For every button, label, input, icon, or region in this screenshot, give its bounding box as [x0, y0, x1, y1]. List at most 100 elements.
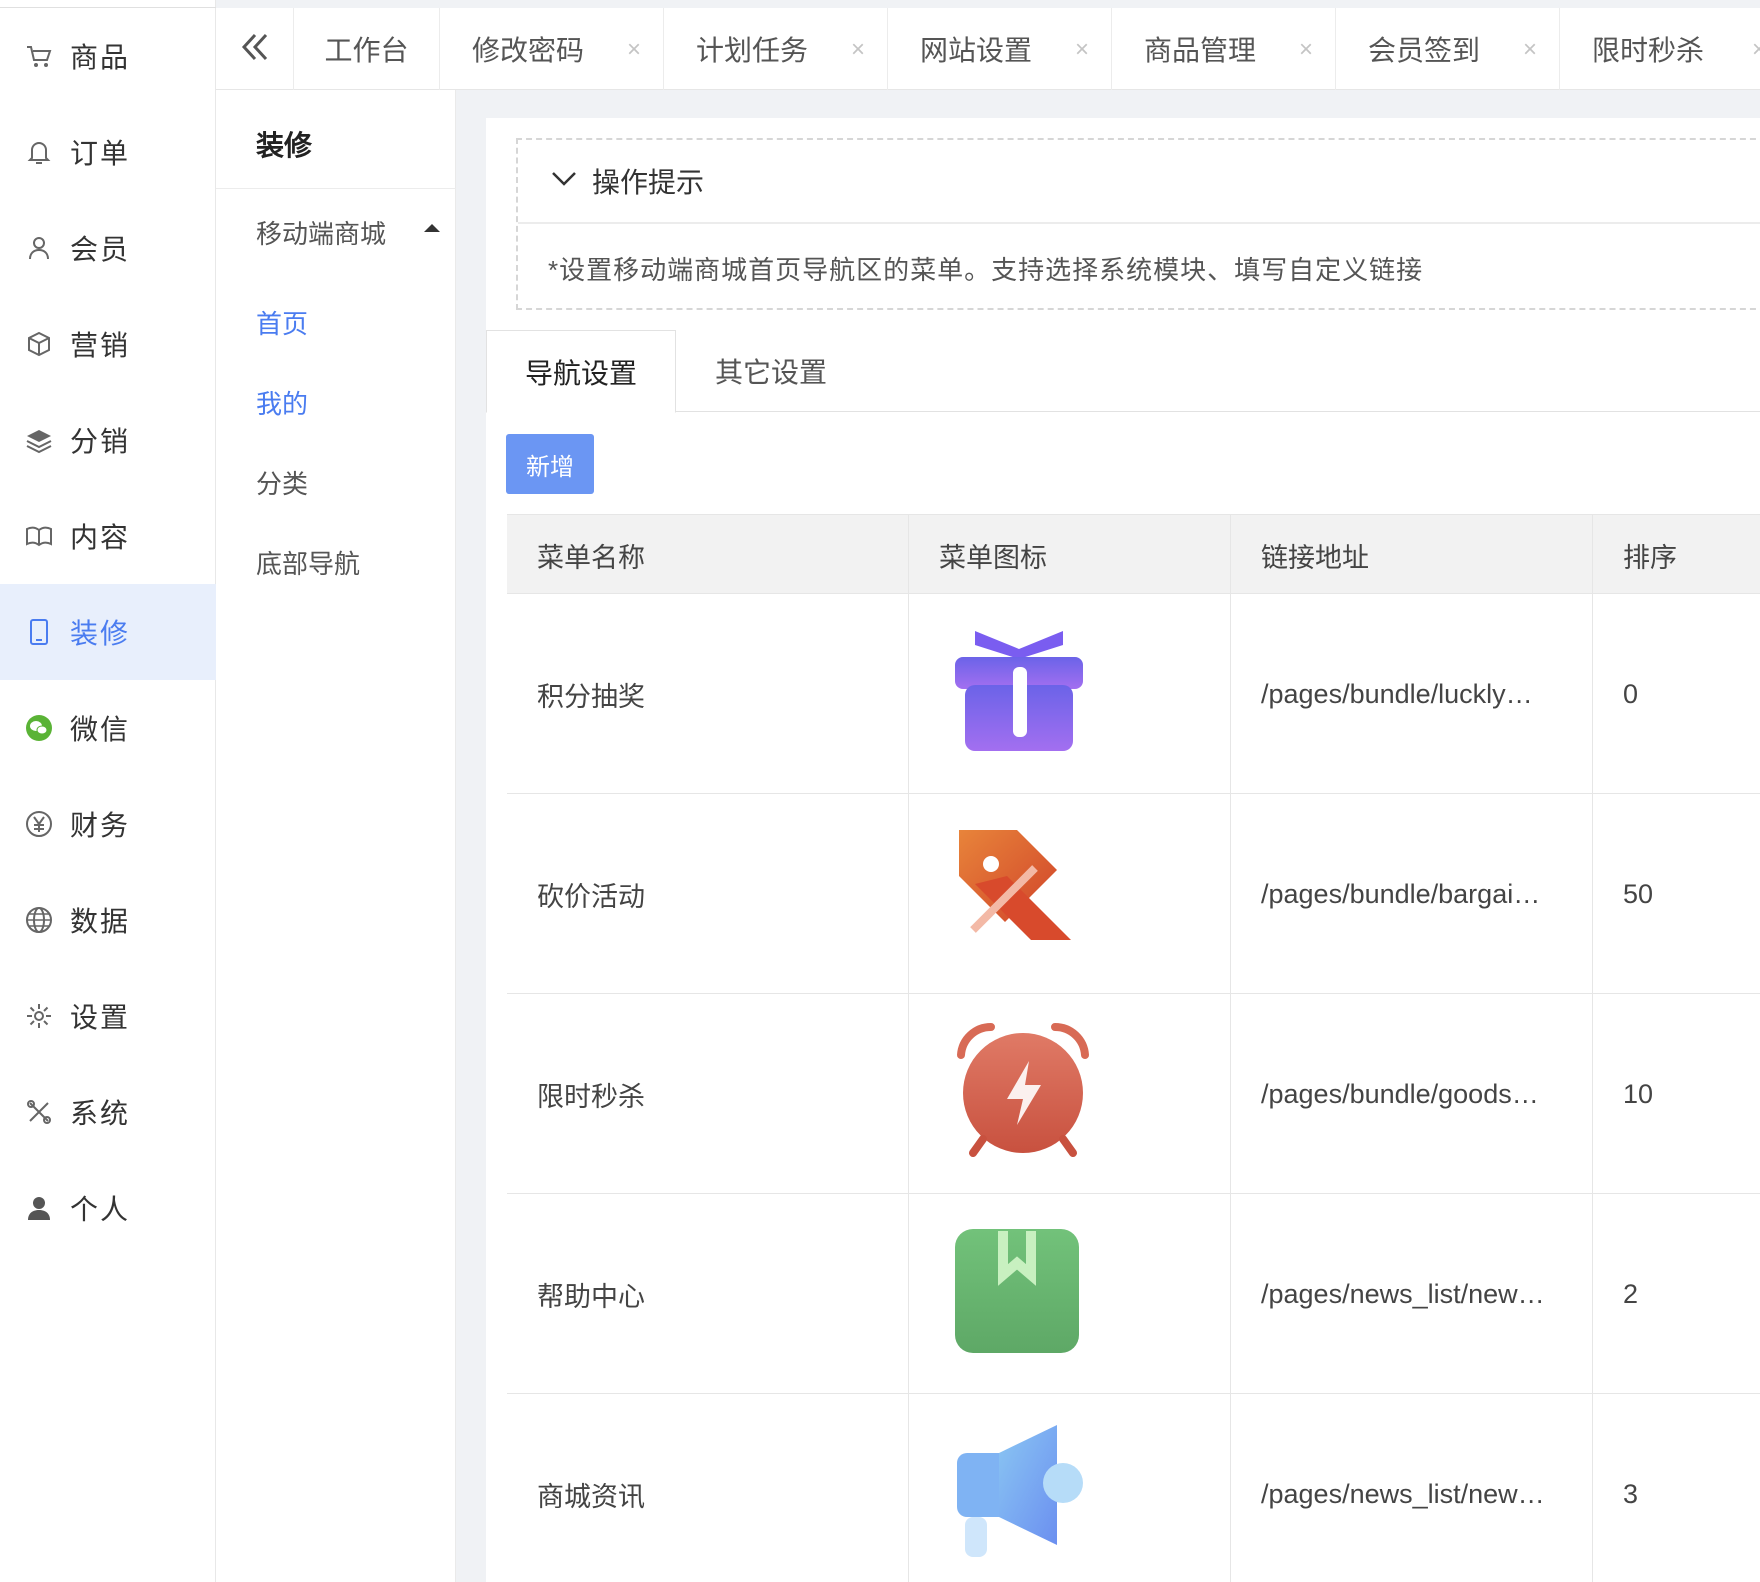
submenu-item-home[interactable]: 首页	[256, 304, 308, 341]
table-row[interactable]: 帮助中心 /pages/news_list/new… 2	[507, 1194, 1760, 1394]
cell-icon	[909, 794, 1231, 994]
tab-member-signin[interactable]: 会员签到 ×	[1336, 8, 1560, 90]
tab-label: 修改密码	[472, 35, 585, 66]
sidebar-top-border	[0, 0, 216, 8]
tab-label: 限时秒杀	[1592, 35, 1705, 66]
close-icon[interactable]: ×	[627, 36, 641, 64]
column-header-name: 菜单名称	[507, 515, 909, 595]
menu-group-mobile-mall[interactable]: 移动端商城	[256, 214, 386, 251]
tab-workbench[interactable]: 工作台	[294, 8, 440, 90]
user-icon	[24, 233, 54, 263]
tab-bar: 工作台 修改密码 × 计划任务 × 网站设置 × 商品管理 × 会员签到 × 限…	[216, 0, 1760, 90]
submenu-item-bottom-nav[interactable]: 底部导航	[256, 544, 360, 581]
megaphone-icon	[953, 1423, 1085, 1566]
sidebar-item-settings[interactable]: 设置	[0, 968, 216, 1064]
sidebar-item-members[interactable]: 会员	[0, 200, 216, 296]
collapse-button[interactable]	[216, 8, 294, 90]
settings-tabs: 导航设置 其它设置	[486, 330, 1760, 413]
wechat-icon	[24, 713, 54, 743]
table-row[interactable]: 限时秒杀 /pages/bundle/goods… 10	[507, 994, 1760, 1194]
cell-icon	[909, 1394, 1231, 1582]
sidebar-item-content[interactable]: 内容	[0, 488, 216, 584]
cell-sort: 0	[1623, 678, 1639, 709]
table-row[interactable]: 积分抽奖 /pages/bundle/luckly… 0	[507, 594, 1760, 794]
sidebar-item-finance[interactable]: 财务	[0, 776, 216, 872]
globe-icon	[24, 905, 54, 935]
price-tag-icon	[953, 826, 1083, 963]
sidebar-item-label: 分销	[70, 426, 131, 457]
sidebar-item-label: 个人	[70, 1194, 131, 1225]
cell-link: /pages/bundle/luckly…	[1231, 594, 1593, 794]
operation-tips-panel: 操作提示 *设置移动端商城首页导航区的菜单。支持选择系统模块、填写自定义链接	[516, 138, 1760, 310]
sidebar-item-marketing[interactable]: 营销	[0, 296, 216, 392]
tab-scheduled-tasks[interactable]: 计划任务 ×	[664, 8, 888, 90]
alarm-clock-icon	[953, 1021, 1093, 1168]
cell-icon	[909, 1194, 1231, 1394]
cell-link: /pages/news_list/new…	[1231, 1394, 1593, 1582]
close-icon[interactable]: ×	[1075, 36, 1089, 64]
sidebar-item-label: 数据	[70, 906, 131, 937]
tab-site-settings[interactable]: 网站设置 ×	[888, 8, 1112, 90]
sidebar-item-label: 内容	[70, 522, 131, 553]
caret-up-icon[interactable]	[424, 224, 440, 232]
gift-icon	[953, 627, 1085, 762]
table-header: 菜单名称 菜单图标 链接地址 排序	[507, 514, 1760, 595]
box-icon	[24, 329, 54, 359]
sidebar-item-personal[interactable]: 个人	[0, 1160, 216, 1256]
sidebar-item-decoration[interactable]: 装修	[0, 584, 216, 680]
sidebar-item-label: 财务	[70, 810, 131, 841]
tab-label: 会员签到	[1368, 35, 1481, 66]
tips-header[interactable]: 操作提示	[518, 140, 1760, 224]
cell-icon	[909, 994, 1231, 1194]
close-icon[interactable]: ×	[851, 36, 865, 64]
tab-label: 网站设置	[920, 35, 1033, 66]
sidebar-item-label: 订单	[70, 138, 131, 169]
tab-label: 计划任务	[696, 35, 809, 66]
cell-sort: 50	[1623, 878, 1654, 909]
submenu-item-mine[interactable]: 我的	[256, 384, 308, 421]
tab-goods-management[interactable]: 商品管理 ×	[1112, 8, 1336, 90]
sidebar-item-system[interactable]: 系统	[0, 1064, 216, 1160]
column-header-link: 链接地址	[1231, 515, 1593, 595]
cell-name: 砍价活动	[507, 794, 909, 994]
sidebar-item-goods[interactable]: 商品	[0, 8, 216, 104]
divider	[216, 188, 456, 189]
tips-title: 操作提示	[592, 167, 705, 198]
bell-icon	[24, 137, 54, 167]
cell-link: /pages/bundle/bargai…	[1231, 794, 1593, 994]
tab-nav-settings[interactable]: 导航设置	[486, 330, 676, 413]
column-header-icon: 菜单图标	[909, 515, 1231, 595]
tab-change-password[interactable]: 修改密码 ×	[440, 8, 664, 90]
cart-icon	[24, 41, 54, 71]
sidebar-item-distribution[interactable]: 分销	[0, 392, 216, 488]
table-row[interactable]: 砍价活动 /pages/bundle/bargai… 50	[507, 794, 1760, 994]
add-button[interactable]: 新增	[506, 434, 594, 494]
sidebar-item-label: 装修	[70, 618, 131, 649]
double-chevron-left-icon	[238, 30, 272, 69]
sidebar-item-label: 商品	[70, 42, 131, 73]
tab-other-settings[interactable]: 其它设置	[676, 330, 866, 412]
column-header-sort: 排序	[1623, 542, 1677, 573]
main-content: 操作提示 *设置移动端商城首页导航区的菜单。支持选择系统模块、填写自定义链接 导…	[486, 118, 1760, 1582]
table-row[interactable]: 商城资讯 /pages/news_list/new… 3	[507, 1394, 1760, 1582]
gear-icon	[24, 1001, 54, 1031]
tab-flash-sale[interactable]: 限时秒杀 ×	[1560, 8, 1760, 90]
sidebar-item-wechat[interactable]: 微信	[0, 680, 216, 776]
cell-sort: 3	[1623, 1478, 1639, 1509]
cell-link: /pages/bundle/goods…	[1231, 994, 1593, 1194]
layers-icon	[24, 425, 54, 455]
sidebar-item-data[interactable]: 数据	[0, 872, 216, 968]
close-icon[interactable]: ×	[1752, 36, 1760, 64]
cell-sort: 2	[1623, 1278, 1639, 1309]
sidebar-item-orders[interactable]: 订单	[0, 104, 216, 200]
submenu-item-category[interactable]: 分类	[256, 464, 308, 501]
sidebar-item-label: 设置	[70, 1002, 131, 1033]
close-icon[interactable]: ×	[1299, 36, 1313, 64]
tab-bar-top-strip	[216, 0, 1760, 8]
cell-name: 限时秒杀	[507, 994, 909, 1194]
cell-sort: 10	[1623, 1078, 1654, 1109]
book-icon	[24, 521, 54, 551]
person-icon	[24, 1193, 54, 1223]
close-icon[interactable]: ×	[1523, 36, 1537, 64]
secondary-sidebar: 装修 移动端商城 首页 我的 分类 底部导航	[216, 90, 456, 1582]
